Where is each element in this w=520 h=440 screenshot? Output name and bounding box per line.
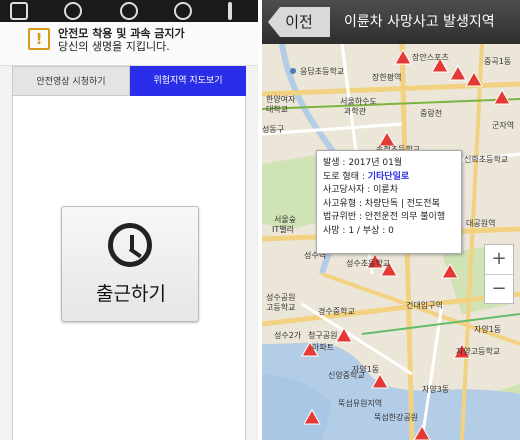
map-label: 군자역 xyxy=(492,121,515,130)
map-label: 청구공원 xyxy=(308,331,338,340)
top-bar: 이전 이륜차 사망사고 발생지역 xyxy=(262,0,520,44)
map-label: 고등학교 xyxy=(266,303,296,312)
map-label: 자양1동 xyxy=(474,325,502,334)
map-label: 장안스포츠 xyxy=(412,53,449,62)
tab-bar: 안전영상 시청하기 위험지역 지도보기 xyxy=(12,66,246,96)
accident-map[interactable]: 장안스포츠 응답초등학교 장한평역 중곡1동 한양여자 대학교 서울하수도 과학… xyxy=(262,44,520,440)
clock-in-label: 출근하기 xyxy=(96,283,166,305)
map-label: 대공원역 xyxy=(466,219,496,228)
map-label: 성수2가 xyxy=(274,331,302,340)
map-label: 장한평역 xyxy=(372,73,402,82)
map-label: 자양1동 xyxy=(352,365,380,374)
popup-row-road-type: 도로 형태 : 기타단일로 xyxy=(323,171,410,182)
popup-row-violation: 법규위반 : 안전운전 의무 불이행 xyxy=(323,212,446,222)
map-label: 과학관 xyxy=(344,107,367,116)
map-label: 경수중학교 xyxy=(318,307,355,316)
map-label: 자양고등학교 xyxy=(456,347,501,356)
app-screen-left: ! 안전모 착용 및 과속 금지가 당신의 생명을 지킵니다. 안전영상 시청하… xyxy=(0,0,258,440)
popup-row-party: 사고당사자 : 이륜차 xyxy=(323,185,398,195)
zoom-control: + − xyxy=(484,244,514,304)
left-margin xyxy=(0,66,12,440)
content-panel: 출근하기 xyxy=(12,96,246,440)
map-label: 성수초등학교 xyxy=(346,259,391,268)
map-label: 성동구 xyxy=(262,125,285,134)
safety-notification: ! 안전모 착용 및 과속 금지가 당신의 생명을 지킵니다. xyxy=(0,22,258,66)
warning-icon: ! xyxy=(28,28,50,50)
zoom-out-button[interactable]: − xyxy=(485,275,513,305)
notification-line-2: 당신의 생명을 지킵니다. xyxy=(58,40,170,53)
map-label: 중랑천 xyxy=(420,109,443,118)
clock-status-icon xyxy=(120,2,138,20)
tab-safety-video[interactable]: 안전영상 시청하기 xyxy=(12,66,130,96)
clock-in-button[interactable]: 출근하기 xyxy=(61,206,199,322)
map-label: 뚝섬한강공원 xyxy=(374,413,419,422)
back-button[interactable]: 이전 xyxy=(268,7,330,37)
poi-marker xyxy=(290,68,296,74)
map-label: 아파트 xyxy=(312,343,335,352)
right-margin xyxy=(246,66,258,440)
map-label: IT밸리 xyxy=(272,225,294,234)
map-label: 신화초등학교 xyxy=(464,155,509,164)
notification-line-1: 안전모 착용 및 과속 금지가 xyxy=(58,27,185,40)
status-bar xyxy=(0,0,258,22)
map-label: 대학교 xyxy=(266,105,289,114)
clock-icon xyxy=(108,223,152,267)
popup-row-casualties: 사망 : 1 / 부상 : 0 xyxy=(323,225,394,236)
edit-icon xyxy=(10,2,28,20)
map-label: 자양3동 xyxy=(422,385,450,394)
map-label: 뚝섬유원지역 xyxy=(338,399,383,408)
page-title: 이륜차 사망사고 발생지역 xyxy=(344,14,495,30)
app-screen-right: 장안스포츠 응답초등학교 장한평역 중곡1동 한양여자 대학교 서울하수도 과학… xyxy=(262,0,520,440)
popup-row-accident-type: 사고유형 : 차량단독 | 전도전복 xyxy=(323,198,440,209)
tab-danger-map[interactable]: 위험지역 지도보기 xyxy=(130,66,246,96)
map-label: 건대입구역 xyxy=(406,301,443,310)
popup-row-date: 발생 : 2017년 01월 xyxy=(323,158,403,168)
map-label: 응답초등학교 xyxy=(300,67,345,76)
zoom-in-button[interactable]: + xyxy=(485,245,513,275)
map-label: 중곡1동 xyxy=(484,57,512,66)
more-menu-icon[interactable] xyxy=(228,2,232,20)
app-icon xyxy=(64,2,82,20)
smile-icon xyxy=(174,2,192,20)
accident-info-popup[interactable]: 발생 : 2017년 01월 도로 형태 : 기타단일로 사고당사자 : 이륜차… xyxy=(316,150,462,254)
